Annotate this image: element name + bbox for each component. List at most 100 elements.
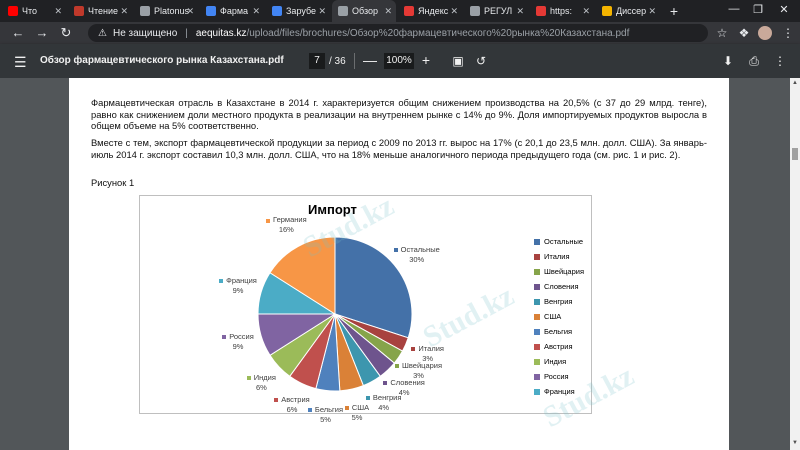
new-tab-button[interactable]: + (666, 3, 682, 19)
url-path: /upload/files/brochures/Обзор%20фармацев… (246, 27, 630, 39)
more-options-icon[interactable]: ⋮ (772, 53, 788, 69)
tab-label: РЕГУЛ (484, 6, 513, 16)
forward-icon[interactable]: → (34, 25, 50, 41)
tab-label: Яндекс (418, 6, 449, 16)
download-icon[interactable]: ⬇ (720, 53, 736, 69)
browser-tab[interactable]: Обзор ✕ (332, 0, 396, 22)
legend-item: Бельгия (534, 327, 572, 336)
favicon-icon (8, 6, 18, 16)
tab-label: https: (550, 6, 573, 16)
favicon-icon (206, 6, 216, 16)
legend-item: Италия (534, 252, 570, 261)
browser-tab[interactable]: Зарубе ✕ (266, 0, 330, 22)
url-host: aequitas.kz (195, 27, 247, 39)
slice-label: Германия 16% (256, 215, 316, 235)
browser-tab[interactable]: Что ✕ (2, 0, 66, 22)
paragraph-2: Вместе с тем, экспорт фармацевтической п… (91, 137, 707, 160)
pdf-toolbar: ☰ Обзор фармацевтического рынка Казахста… (0, 44, 800, 78)
close-tab-icon[interactable]: ✕ (516, 6, 524, 17)
slice-label: Австрия 6% (262, 395, 322, 415)
legend-item: США (534, 312, 561, 321)
browser-tab[interactable]: Диссер ✕ (596, 0, 660, 22)
zoom-level[interactable]: 100% (384, 53, 414, 69)
tab-label: Что (22, 6, 38, 16)
back-icon[interactable]: ← (10, 25, 26, 41)
page-number-input[interactable]: 7 (309, 53, 325, 69)
scroll-down-icon[interactable]: ▼ (790, 440, 800, 446)
legend-item: Индия (534, 357, 566, 366)
warning-icon: ⚠ (98, 27, 107, 39)
legend-swatch (534, 358, 540, 365)
insecure-label: Не защищено (112, 27, 178, 39)
reload-icon[interactable]: ↻ (58, 25, 74, 41)
close-tab-icon[interactable]: ✕ (186, 6, 194, 17)
close-window-icon[interactable]: ✕ (774, 3, 794, 16)
browser-tab[interactable]: Фарма ✕ (200, 0, 264, 22)
legend-item: Словения (534, 282, 579, 291)
legend-swatch (534, 238, 540, 245)
close-tab-icon[interactable]: ✕ (120, 6, 128, 17)
maximize-icon[interactable]: ❐ (748, 3, 768, 16)
favicon-icon (470, 6, 480, 16)
pie-svg (257, 236, 413, 392)
address-bar-row: ← → ↻ ⚠ Не защищено | aequitas.kz/upload… (0, 22, 800, 44)
legend-swatch (534, 328, 540, 335)
tab-label: Зарубе (286, 6, 317, 16)
tab-label: Обзор (352, 6, 378, 16)
legend-item: Австрия (534, 342, 573, 351)
legend-item: Остальные (534, 237, 583, 246)
print-icon[interactable]: ⎙ (746, 53, 762, 69)
close-tab-icon[interactable]: ✕ (384, 6, 392, 17)
browser-tab[interactable]: Чтение ✕ (68, 0, 132, 22)
avatar[interactable] (758, 26, 772, 40)
browser-tab[interactable]: Platonus ✕ (134, 0, 198, 22)
legend-swatch (534, 313, 540, 320)
zoom-out-button[interactable]: — (362, 52, 378, 68)
bookmark-star-icon[interactable]: ☆ (714, 25, 730, 41)
scrollbar[interactable] (790, 78, 800, 450)
tab-label: Фарма (220, 6, 249, 16)
legend-item: Россия (534, 372, 569, 381)
slice-label: Индия 6% (231, 373, 291, 393)
legend-swatch (534, 268, 540, 275)
favicon-icon (404, 6, 414, 16)
legend-swatch (534, 283, 540, 290)
zoom-in-button[interactable]: + (418, 52, 434, 68)
close-tab-icon[interactable]: ✕ (648, 6, 656, 17)
close-tab-icon[interactable]: ✕ (582, 6, 590, 17)
legend-swatch (534, 388, 540, 395)
slice-label: Россия 9% (208, 332, 268, 352)
document-title: Обзор фармацевтического рынка Казахстана… (40, 55, 284, 66)
close-tab-icon[interactable]: ✕ (450, 6, 458, 17)
legend-swatch (534, 253, 540, 260)
favicon-icon (140, 6, 150, 16)
close-tab-icon[interactable]: ✕ (54, 6, 62, 17)
tab-strip: Что ✕ Чтение ✕ Platonus ✕ Фарма ✕ Зарубе ✕ Обзор ✕ Я… (0, 0, 800, 22)
favicon-icon (602, 6, 612, 16)
legend-item: Венгрия (534, 297, 572, 306)
extensions-icon[interactable]: ❖ (736, 25, 752, 41)
page-total: / 36 (329, 56, 346, 67)
favicon-icon (338, 6, 348, 16)
scrollbar-thumb[interactable] (792, 148, 798, 160)
menu-kebab-icon[interactable]: ⋮ (780, 25, 796, 41)
legend-item: Швейцария (534, 267, 584, 276)
slice-label: Франция 9% (208, 276, 268, 296)
figure-label: Рисунок 1 (91, 177, 135, 188)
rotate-icon[interactable]: ↺ (473, 53, 489, 69)
browser-tab[interactable]: Яндекс ✕ (398, 0, 462, 22)
fit-page-icon[interactable]: ▣ (450, 53, 466, 69)
favicon-icon (74, 6, 84, 16)
browser-tab[interactable]: https: ✕ (530, 0, 594, 22)
menu-icon[interactable]: ☰ (14, 54, 27, 71)
legend-swatch (534, 298, 540, 305)
legend-item: Франция (534, 387, 575, 396)
url-field[interactable]: ⚠ Не защищено | aequitas.kz/upload/files… (88, 24, 708, 42)
close-tab-icon[interactable]: ✕ (252, 6, 260, 17)
scroll-up-icon[interactable]: ▲ (790, 80, 800, 86)
browser-tab[interactable]: РЕГУЛ ✕ (464, 0, 528, 22)
paragraph-1: Фармацевтическая отрасль в Казахстане в … (91, 97, 707, 132)
minimize-icon[interactable]: — (724, 3, 744, 15)
close-tab-icon[interactable]: ✕ (318, 6, 326, 17)
favicon-icon (272, 6, 282, 16)
